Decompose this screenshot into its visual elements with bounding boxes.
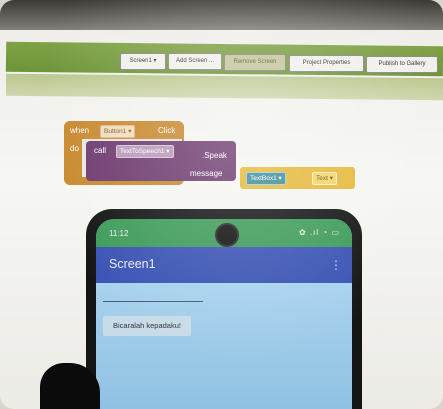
screen-title: Screen1 [109, 257, 156, 271]
designer-subbar [5, 73, 443, 101]
project-properties-button[interactable]: Project Properties [289, 55, 364, 72]
textbox-component-slot[interactable]: TextBox1 ▾ [246, 172, 286, 185]
photo: Screen1 ▾ Add Screen ... Remove Screen P… [0, 0, 443, 409]
status-time: 11:12 [109, 229, 129, 238]
button-component-slot[interactable]: Button1 ▾ [100, 125, 136, 138]
publish-gallery-button[interactable]: Publish to Gallery [366, 56, 438, 73]
message-textbox[interactable] [103, 301, 203, 302]
status-bar: 11:12 ✿ .ıl ◔ ▭ [96, 219, 352, 247]
message-label: message [190, 169, 223, 178]
tts-component-slot[interactable]: TextToSpeech1 ▾ [116, 145, 174, 158]
overflow-menu-icon[interactable]: ⋮ [330, 258, 342, 272]
app-title-bar: Screen1 ⋮ [96, 247, 352, 283]
phone-screen: 11:12 ✿ .ıl ◔ ▭ Screen1 ⋮ Bicaralah kepa… [96, 219, 352, 409]
when-label: when [70, 126, 90, 135]
call-label: call [94, 146, 107, 155]
do-label: do [70, 144, 79, 153]
add-screen-button[interactable]: Add Screen ... [168, 53, 222, 70]
screen-select-button[interactable]: Screen1 ▾ [120, 53, 166, 70]
speak-label: .Speak [202, 151, 227, 160]
click-label: Click [158, 126, 176, 135]
camera-icon [215, 223, 239, 247]
remove-screen-button[interactable]: Remove Screen [224, 54, 286, 71]
text-property-slot[interactable]: Text ▾ [312, 172, 337, 185]
speak-button[interactable]: Bicaralah kepadaku! [103, 316, 191, 336]
status-icons: ✿ .ıl ◔ ▭ [299, 228, 340, 237]
app-content: Bicaralah kepadaku! [96, 283, 352, 409]
